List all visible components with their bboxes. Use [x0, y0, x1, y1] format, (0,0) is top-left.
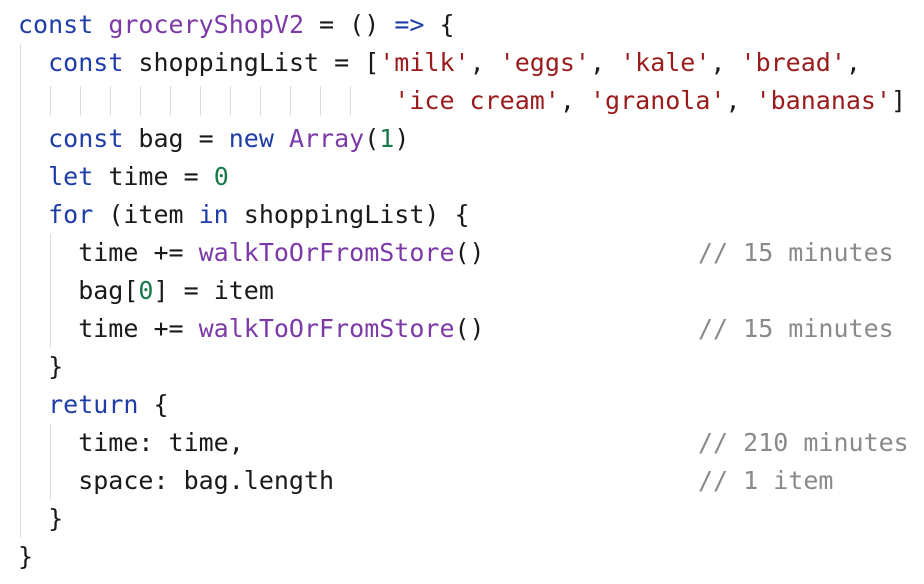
code-token: walkToOrFromStore	[198, 238, 455, 267]
code-token: ,	[469, 48, 500, 77]
code-token: 0	[138, 276, 154, 305]
code-token: ,	[725, 86, 756, 115]
code-token: let	[48, 162, 94, 191]
code-line: space: bag.length	[18, 462, 334, 500]
code-line: return {	[18, 386, 169, 424]
code-token: )	[394, 124, 410, 153]
code-line: bag[0] = item	[18, 272, 274, 310]
code-line: }	[18, 538, 33, 576]
code-token: 'milk'	[379, 48, 470, 77]
code-token: const	[48, 48, 124, 77]
code-line: let time = 0	[18, 158, 229, 196]
code-token: 'ice cream'	[394, 86, 560, 115]
code-token: 'eggs'	[499, 48, 590, 77]
code-line: 'ice cream', 'granola', 'bananas']	[18, 82, 906, 120]
code-token: walkToOrFromStore	[198, 314, 455, 343]
code-line: time: time,	[18, 424, 244, 462]
code-token: ,	[559, 86, 590, 115]
code-token: =>	[394, 10, 425, 39]
code-token: 1	[379, 124, 395, 153]
code-line: time += walkToOrFromStore()	[18, 234, 485, 272]
code-line: const groceryShopV2 = () => {	[18, 6, 455, 44]
code-token: ]	[891, 86, 907, 115]
code-token: (item	[93, 200, 199, 229]
code-token: (	[364, 124, 380, 153]
code-token: const	[48, 124, 124, 153]
code-token: return	[48, 390, 139, 419]
code-token: 0	[213, 162, 229, 191]
code-token: groceryShopV2	[108, 10, 304, 39]
code-token: ,	[845, 48, 861, 77]
code-token: ,	[710, 48, 741, 77]
code-token: const	[18, 10, 94, 39]
code-token: bag =	[123, 124, 229, 153]
code-token: {	[138, 390, 169, 419]
code-token: in	[198, 200, 229, 229]
code-comment: // 210 minutes	[698, 428, 909, 457]
code-token: ()	[454, 314, 485, 343]
code-comment: // 15 minutes	[698, 314, 894, 343]
code-token: ()	[454, 238, 485, 267]
code-token: }	[18, 542, 34, 571]
code-line: for (item in shoppingList) {	[18, 196, 470, 234]
code-token: shoppingList) {	[228, 200, 470, 229]
code-token: 'bread'	[740, 48, 846, 77]
code-comment: // 15 minutes	[698, 238, 894, 267]
code-token: }	[18, 352, 64, 381]
code-line: }	[18, 500, 63, 538]
code-token: time +=	[18, 238, 199, 267]
code-token: 'granola'	[589, 86, 726, 115]
code-token: time +=	[18, 314, 199, 343]
code-token: space: bag.length	[18, 466, 335, 495]
code-line: time += walkToOrFromStore()	[18, 310, 485, 348]
code-line: }	[18, 348, 63, 386]
code-token: shoppingList = [	[123, 48, 380, 77]
code-line: const shoppingList = ['milk', 'eggs', 'k…	[18, 44, 861, 82]
code-token: time: time,	[18, 428, 244, 457]
code-editor[interactable]: const groceryShopV2 = () => { const shop…	[0, 0, 924, 584]
code-token: = ()	[304, 10, 395, 39]
code-token: }	[18, 504, 64, 533]
code-token: 'kale'	[620, 48, 711, 77]
code-comment: // 1 item	[698, 466, 834, 495]
code-token: 'bananas'	[755, 86, 892, 115]
code-line: const bag = new Array(1)	[18, 120, 409, 158]
code-token: Array	[288, 124, 365, 153]
code-token: time =	[93, 162, 214, 191]
code-token: bag[	[18, 276, 139, 305]
code-token: for	[48, 200, 94, 229]
code-token: ,	[589, 48, 621, 77]
code-token: ] = item	[153, 276, 274, 305]
code-token: new	[228, 124, 274, 153]
code-token: {	[424, 10, 455, 39]
